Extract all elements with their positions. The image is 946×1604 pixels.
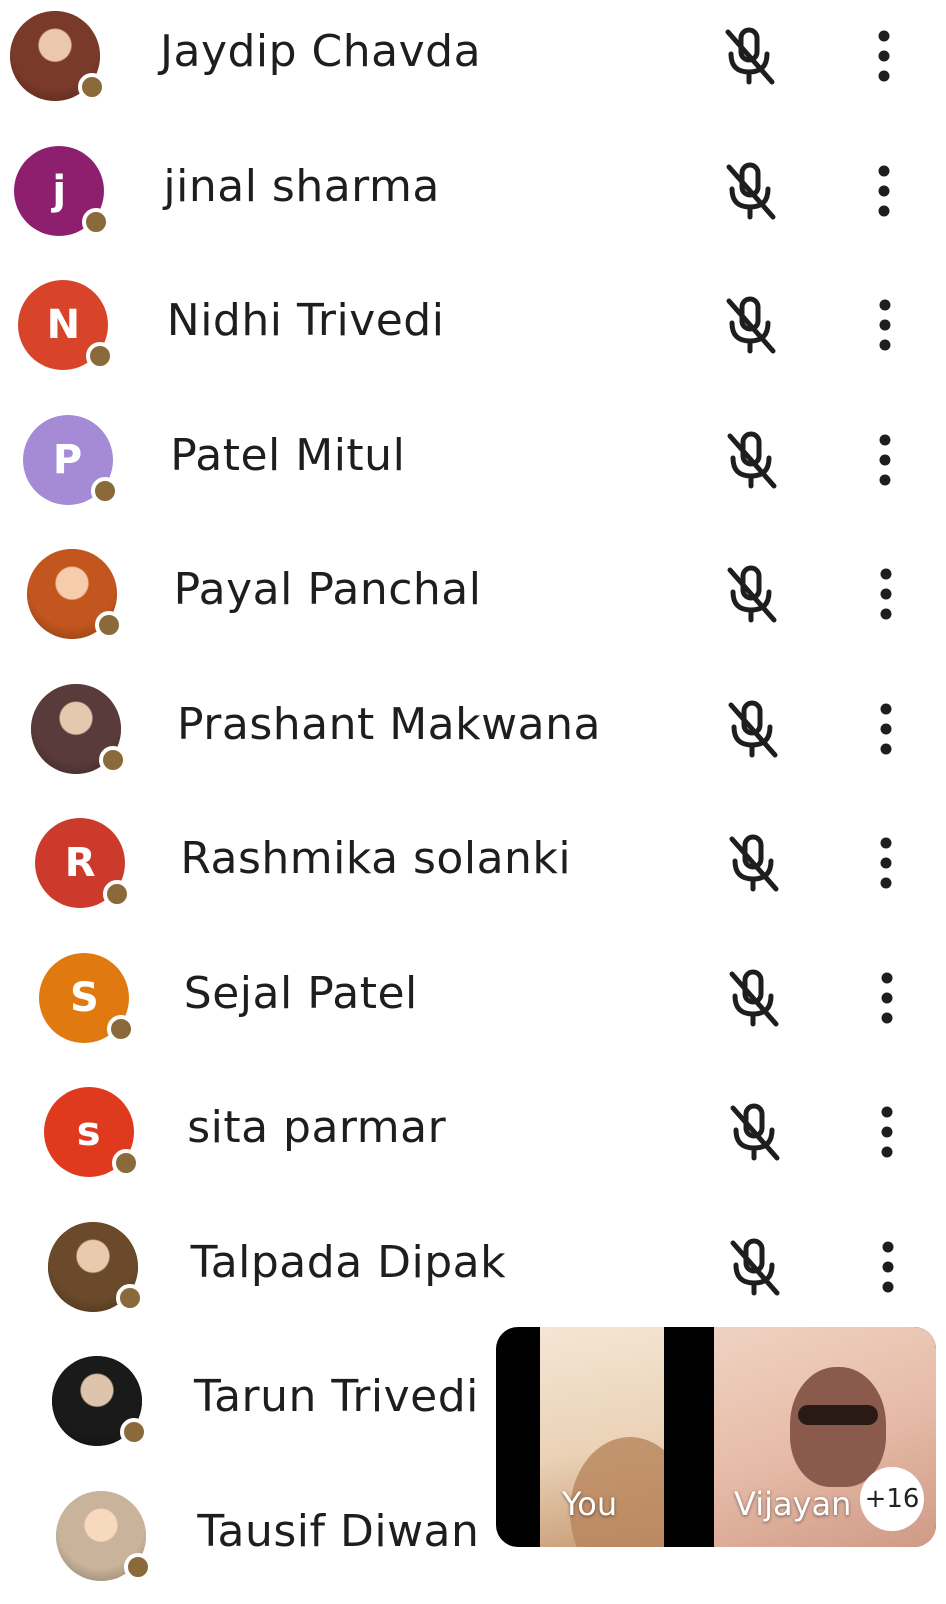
participant-name: Payal Panchal xyxy=(173,564,482,615)
avatar: N xyxy=(18,280,115,370)
participant-name: Talpada Dipak xyxy=(190,1236,507,1288)
more-vert-icon[interactable] xyxy=(870,293,900,357)
participant-video-tile[interactable]: Vijayan +16 xyxy=(714,1327,936,1547)
participant-row[interactable]: Jaydip Chavda xyxy=(0,0,946,124)
participant-name: Jaydip Chavda xyxy=(160,26,482,77)
avatar: S xyxy=(39,952,136,1043)
avatar: s xyxy=(43,1087,140,1177)
status-dot xyxy=(86,342,115,370)
status-dot xyxy=(120,1418,148,1446)
participant-name: Rashmika solanki xyxy=(180,833,572,884)
status-dot xyxy=(94,611,123,639)
participant-video-glasses xyxy=(798,1405,878,1425)
mic-off-icon[interactable] xyxy=(720,562,784,626)
more-vert-icon[interactable] xyxy=(871,562,901,626)
more-participants-badge[interactable]: +16 xyxy=(860,1467,924,1531)
video-tiles[interactable]: You Vijayan +16 xyxy=(496,1327,936,1547)
participant-name: jinal sharma xyxy=(163,160,440,212)
participant-name: Tausif Diwan xyxy=(197,1505,480,1557)
participant-row[interactable]: Payal Panchal xyxy=(0,526,946,662)
self-video-label: You xyxy=(562,1485,618,1523)
status-dot xyxy=(90,476,119,505)
status-dot xyxy=(99,745,127,774)
participant-name: sita parmar xyxy=(187,1102,447,1153)
participant-row[interactable]: N Nidhi Trivedi xyxy=(0,257,946,393)
mic-off-icon[interactable] xyxy=(722,831,786,895)
more-vert-icon[interactable] xyxy=(873,1235,903,1299)
self-video-tile[interactable]: You xyxy=(540,1327,664,1547)
participant-name: Nidhi Trivedi xyxy=(166,295,445,346)
more-vert-icon[interactable] xyxy=(872,1100,902,1164)
mic-off-icon[interactable] xyxy=(721,697,785,761)
mic-off-icon[interactable] xyxy=(723,1235,787,1299)
avatar-initial: P xyxy=(52,436,83,483)
more-vert-icon[interactable] xyxy=(869,24,899,88)
avatar xyxy=(26,549,123,639)
mic-off-icon[interactable] xyxy=(719,293,783,357)
participant-row[interactable]: j jinal sharma xyxy=(0,123,946,259)
avatar: P xyxy=(22,414,119,505)
mic-off-icon[interactable] xyxy=(720,428,784,492)
more-vert-icon[interactable] xyxy=(872,966,902,1030)
participant-video-face xyxy=(790,1367,886,1487)
status-dot xyxy=(124,1552,153,1581)
avatar-initial: N xyxy=(46,302,81,348)
participant-row[interactable]: S Sejal Patel xyxy=(0,930,946,1066)
status-dot xyxy=(107,1014,136,1043)
mic-off-icon[interactable] xyxy=(723,1100,787,1164)
avatar xyxy=(47,1221,144,1312)
participant-row[interactable]: s sita parmar xyxy=(0,1064,946,1200)
mic-off-icon[interactable] xyxy=(722,966,786,1030)
mic-off-icon[interactable] xyxy=(718,24,782,88)
participant-name: Tarun Trivedi xyxy=(194,1371,479,1422)
avatar-initial: R xyxy=(64,840,96,886)
avatar-initial: s xyxy=(76,1109,101,1155)
participant-name: Patel Mitul xyxy=(170,429,406,481)
participant-name: Prashant Makwana xyxy=(177,698,601,750)
status-dot xyxy=(82,207,111,236)
more-vert-icon[interactable] xyxy=(870,428,900,492)
avatar: R xyxy=(35,818,132,908)
avatar xyxy=(31,683,127,774)
status-dot xyxy=(78,73,106,101)
participant-row[interactable]: R Rashmika solanki xyxy=(0,795,946,931)
participant-name: Sejal Patel xyxy=(183,967,418,1019)
more-vert-icon[interactable] xyxy=(869,159,899,223)
avatar: j xyxy=(14,145,111,236)
avatar xyxy=(10,11,106,101)
avatar xyxy=(52,1356,148,1446)
more-vert-icon[interactable] xyxy=(871,831,901,895)
participant-row[interactable]: Prashant Makwana xyxy=(0,661,946,797)
participant-row[interactable]: Talpada Dipak xyxy=(0,1199,946,1335)
avatar xyxy=(56,1490,153,1581)
participant-row[interactable]: P Patel Mitul xyxy=(0,392,946,528)
status-dot xyxy=(111,1149,140,1177)
more-vert-icon[interactable] xyxy=(871,697,901,761)
status-dot xyxy=(115,1283,144,1312)
avatar-initial: j xyxy=(52,167,67,214)
status-dot xyxy=(103,880,132,908)
participant-video-label: Vijayan xyxy=(734,1485,852,1523)
avatar-initial: S xyxy=(69,974,99,1021)
mic-off-icon[interactable] xyxy=(719,159,783,223)
